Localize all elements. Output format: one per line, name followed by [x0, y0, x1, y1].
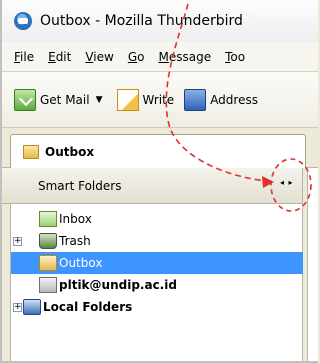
- thunderbird-icon: [14, 12, 32, 30]
- menu-go[interactable]: Go: [128, 50, 145, 64]
- title-bar: Outbox - Mozilla Thunderbird: [2, 0, 318, 42]
- main-toolbar: Get Mail ▼ Write Address: [2, 72, 318, 128]
- menu-bar: File Edit View Go Message Too: [2, 42, 318, 72]
- expand-icon[interactable]: +: [13, 302, 22, 312]
- get-mail-icon: [14, 88, 36, 111]
- get-mail-label: Get Mail: [40, 92, 90, 107]
- address-book-label: Address: [210, 92, 258, 107]
- folder-pane-header[interactable]: Smart Folders ◂ ▸: [2, 168, 302, 204]
- folder-label: Outbox: [59, 256, 103, 270]
- folder-inbox[interactable]: Inbox: [11, 208, 303, 230]
- folder-trash[interactable]: + Trash: [11, 230, 303, 252]
- menu-tools[interactable]: Too: [225, 50, 245, 64]
- local-folders-icon: [23, 299, 41, 315]
- menu-file[interactable]: File: [14, 50, 34, 64]
- trash-icon: [39, 233, 57, 249]
- menu-message[interactable]: Message: [158, 50, 211, 64]
- folder-label: Trash: [59, 234, 91, 248]
- write-button[interactable]: Write: [116, 88, 175, 111]
- folder-view-label: Smart Folders: [38, 178, 122, 193]
- folder-outbox[interactable]: Outbox: [11, 252, 303, 274]
- write-icon: [116, 88, 139, 111]
- menu-edit[interactable]: Edit: [48, 50, 71, 64]
- expand-icon[interactable]: +: [13, 236, 22, 246]
- address-book-icon: [184, 88, 207, 111]
- tab-strip: Outbox: [2, 128, 318, 168]
- account-label: pltik@undip.ac.id: [59, 278, 177, 292]
- inbox-icon: [39, 211, 57, 227]
- outbox-icon: [39, 255, 57, 271]
- address-book-button[interactable]: Address: [184, 88, 258, 111]
- get-mail-button[interactable]: Get Mail ▼: [14, 88, 107, 111]
- menu-view[interactable]: View: [85, 50, 113, 64]
- write-label: Write: [142, 92, 175, 107]
- tab-label: Outbox: [45, 144, 95, 159]
- message-pane: [308, 168, 318, 361]
- folder-local-folders[interactable]: + Local Folders: [11, 296, 303, 318]
- folder-label: Local Folders: [43, 300, 133, 314]
- folder-tree: Inbox + Trash Outbox pltik@undip.ac.id +…: [10, 204, 303, 361]
- get-mail-dropdown-icon[interactable]: ▼: [96, 95, 103, 105]
- thunderbird-window: Outbox - Mozilla Thunderbird File Edit V…: [0, 0, 318, 363]
- folder-label: Inbox: [59, 212, 92, 226]
- tab-outbox[interactable]: Outbox: [10, 134, 306, 168]
- account-icon: [39, 277, 57, 293]
- window-title: Outbox - Mozilla Thunderbird: [40, 13, 243, 29]
- folder-view-nav-arrows-icon[interactable]: ◂ ▸: [280, 178, 294, 187]
- account-pltik[interactable]: pltik@undip.ac.id: [11, 274, 303, 296]
- outbox-tab-icon: [23, 144, 39, 159]
